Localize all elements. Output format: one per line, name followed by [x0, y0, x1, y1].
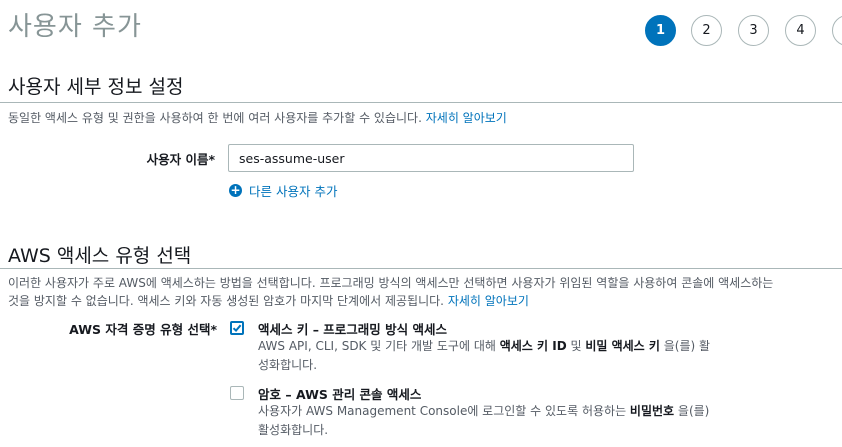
- step-4[interactable]: 4: [785, 15, 816, 46]
- step-5[interactable]: 5: [832, 15, 842, 46]
- description-text: 것을 방지할 수 없습니다. 액세스 키와 자동 생성된 암호가 마지막 단계에…: [8, 294, 444, 308]
- learn-more-link[interactable]: 자세히 알아보기: [448, 294, 529, 308]
- checkmark-icon: [232, 324, 242, 333]
- description-text: 동일한 액세스 유형 및 권한을 사용하여 한 번에 여러 사용자를 추가할 수…: [8, 111, 422, 125]
- access-description-line1: 이러한 사용자가 주로 AWS에 액세스하는 방법을 선택합니다. 프로그래밍 …: [8, 276, 774, 290]
- access-key-option-title[interactable]: 액세스 키 – 프로그래밍 방식 액세스: [258, 319, 447, 338]
- step-3[interactable]: 3: [738, 15, 769, 46]
- plus-circle-icon: +: [229, 183, 242, 197]
- desc-bold: 액세스 키 ID: [499, 339, 567, 353]
- desc-text: 사용자가 AWS Management Console에 로그인할 수 있도록 …: [258, 404, 630, 418]
- access-description-line2: 것을 방지할 수 없습니다. 액세스 키와 자동 생성된 암호가 마지막 단계에…: [8, 292, 529, 309]
- section-divider: [0, 268, 842, 269]
- page-title: 사용자 추가: [8, 12, 142, 42]
- learn-more-link[interactable]: 자세히 알아보기: [426, 111, 507, 125]
- desc-text: 활성화합니다.: [258, 423, 329, 437]
- desc-text: 및: [566, 339, 586, 353]
- add-user-label: 다른 사용자 추가: [249, 184, 338, 199]
- desc-bold: 비밀번호: [629, 404, 675, 418]
- section-divider: [0, 102, 842, 103]
- add-another-user-button[interactable]: + 다른 사용자 추가: [229, 181, 337, 200]
- password-option-title[interactable]: 암호 – AWS 관리 콘솔 액세스: [258, 384, 421, 403]
- access-type-heading: AWS 액세스 유형 선택: [8, 245, 192, 267]
- desc-text: AWS API, CLI, SDK 및 기타 개발 도구에 대해: [258, 339, 500, 353]
- username-input[interactable]: [228, 144, 634, 172]
- desc-text: 을(를): [674, 404, 710, 418]
- desc-bold: 비밀 액세스 키: [585, 339, 660, 353]
- desc-text: 성화합니다.: [258, 358, 318, 372]
- password-checkbox[interactable]: [230, 386, 244, 400]
- access-key-option-description: AWS API, CLI, SDK 및 기타 개발 도구에 대해 액세스 키 I…: [258, 337, 758, 375]
- access-key-checkbox[interactable]: [230, 321, 244, 335]
- desc-text: 을(를) 활: [659, 339, 711, 353]
- step-2[interactable]: 2: [691, 15, 722, 46]
- user-details-description: 동일한 액세스 유형 및 권한을 사용하여 한 번에 여러 사용자를 추가할 수…: [8, 109, 507, 126]
- user-details-heading: 사용자 세부 정보 설정: [8, 76, 184, 98]
- credential-type-label: AWS 자격 증명 유형 선택*: [69, 322, 217, 337]
- username-label: 사용자 이름*: [146, 152, 215, 167]
- step-1[interactable]: 1: [645, 15, 676, 46]
- password-option-description: 사용자가 AWS Management Console에 로그인할 수 있도록 …: [258, 402, 758, 440]
